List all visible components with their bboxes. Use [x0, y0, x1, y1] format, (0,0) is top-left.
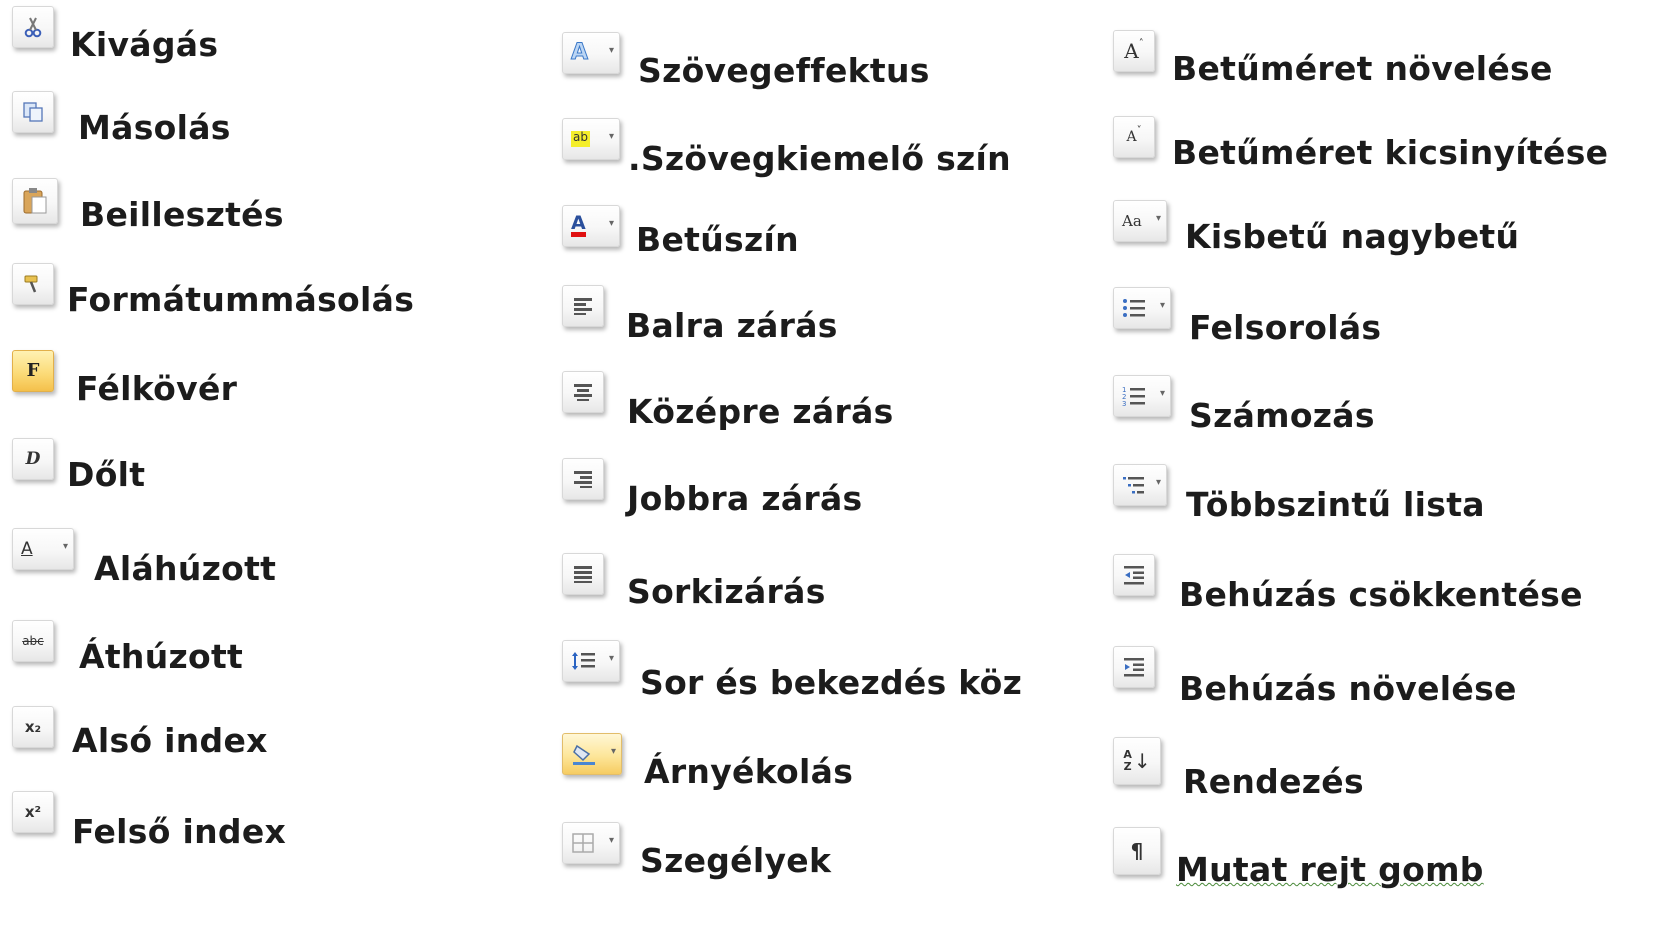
item-label: Kisbetű nagybetű — [1185, 217, 1520, 256]
toolbar-item-text-effect[interactable]: A Szövegeffektus — [562, 32, 930, 87]
toolbar-item-increase-indent[interactable]: Behúzás növelése — [1113, 646, 1517, 705]
bullets-icon — [1113, 287, 1171, 329]
item-label: Másolás — [78, 108, 231, 147]
toolbar-item-align-right[interactable]: Jobbra zárás — [562, 458, 863, 515]
toolbar-item-paste[interactable]: Beillesztés — [12, 178, 284, 231]
paste-icon — [12, 178, 58, 224]
item-label: Kivágás — [70, 25, 219, 64]
item-label: Középre zárás — [627, 392, 894, 431]
toolbar-item-format-painter[interactable]: Formátummásolás — [12, 263, 414, 316]
svg-text:3: 3 — [1122, 400, 1126, 407]
toolbar-item-line-spacing[interactable]: Sor és bekezdés köz — [562, 640, 1022, 699]
justify-icon — [562, 553, 604, 595]
align-right-icon — [562, 458, 604, 500]
line-spacing-icon — [562, 640, 620, 682]
toolbar-item-justify[interactable]: Sorkizárás — [562, 553, 826, 608]
item-label: Balra zárás — [626, 306, 838, 345]
toolbar-item-numbering[interactable]: 123 Számozás — [1113, 375, 1375, 432]
highlight-color-icon: ab — [562, 118, 620, 160]
item-label: Felsorolás — [1189, 308, 1382, 347]
toolbar-item-shrink-font[interactable]: A ˅ Betűméret kicsinyítése — [1113, 116, 1608, 169]
item-label: Betűszín — [636, 220, 799, 259]
underline-icon: A — [12, 528, 74, 570]
subscript-icon: x₂ — [12, 706, 54, 748]
toolbar-item-sort[interactable]: A Z ↓ Rendezés — [1113, 737, 1364, 798]
item-label: Mutat rejt gomb — [1176, 850, 1484, 889]
item-label: Alsó index — [72, 721, 268, 760]
format-painter-icon — [12, 263, 54, 305]
toolbar-item-strikethrough[interactable]: abc Áthúzott — [12, 620, 243, 673]
toolbar-item-bullets[interactable]: Felsorolás — [1113, 287, 1381, 344]
item-label: Behúzás csökkentése — [1179, 575, 1583, 614]
text-effect-icon: A — [562, 32, 620, 74]
change-case-icon: Aa — [1113, 200, 1167, 242]
toolbar-item-decrease-indent[interactable]: Behúzás csökkentése — [1113, 554, 1583, 611]
item-label: Sorkizárás — [627, 572, 826, 611]
toolbar-item-multilevel-list[interactable]: Többszintű lista — [1113, 464, 1485, 521]
item-label: Többszintű lista — [1186, 485, 1485, 524]
shading-icon — [562, 733, 622, 775]
borders-icon — [562, 822, 620, 864]
numbering-icon: 123 — [1113, 375, 1171, 417]
strikethrough-icon: abc — [12, 620, 54, 662]
copy-icon — [12, 91, 54, 133]
toolbar-item-grow-font[interactable]: A ˄ Betűméret növelése — [1113, 30, 1553, 85]
item-label: Számozás — [1189, 396, 1375, 435]
toolbar-item-italic[interactable]: D Dőlt — [12, 438, 145, 491]
item-label: Formátummásolás — [67, 280, 415, 319]
item-label: Sor és bekezdés köz — [640, 663, 1023, 702]
toolbar-item-subscript[interactable]: x₂ Alsó index — [12, 706, 268, 757]
toolbar-item-align-center[interactable]: Középre zárás — [562, 371, 894, 428]
item-label: Betűméret növelése — [1172, 49, 1553, 88]
toolbar-item-font-color[interactable]: A Betűszín — [562, 205, 799, 256]
bold-icon: F — [12, 350, 54, 392]
item-label: Rendezés — [1183, 762, 1364, 801]
toolbar-item-highlight-color[interactable]: ab .Szövegkiemelő szín — [562, 118, 1011, 175]
toolbar-item-bold[interactable]: F Félkövér — [12, 350, 237, 405]
paragraph-mark-icon: ¶ — [1113, 827, 1161, 875]
align-center-icon — [562, 371, 604, 413]
item-label: Szövegeffektus — [638, 51, 930, 90]
item-label: Felső index — [72, 812, 287, 851]
increase-indent-icon — [1113, 646, 1155, 688]
grow-font-icon: A ˄ — [1113, 30, 1155, 72]
scissors-icon — [12, 6, 54, 48]
toolbar-item-change-case[interactable]: Aa Kisbetű nagybetű — [1113, 200, 1519, 253]
toolbar-item-copy[interactable]: Másolás — [12, 91, 231, 144]
shrink-font-icon: A ˅ — [1113, 116, 1155, 158]
item-label: Szegélyek — [640, 841, 832, 880]
item-label: Jobbra zárás — [627, 479, 863, 518]
italic-icon: D — [12, 438, 54, 480]
decrease-indent-icon — [1113, 554, 1155, 596]
item-label: Áthúzott — [79, 637, 244, 676]
item-label: Félkövér — [76, 369, 238, 408]
toolbar-item-align-left[interactable]: Balra zárás — [562, 285, 838, 342]
toolbar-item-borders[interactable]: Szegélyek — [562, 822, 831, 877]
item-label: Betűméret kicsinyítése — [1172, 133, 1609, 172]
toolbar-item-show-hide[interactable]: ¶ Mutat rejt gomb — [1113, 827, 1484, 886]
item-label: Dőlt — [67, 455, 146, 494]
item-label: Árnyékolás — [644, 752, 854, 791]
toolbar-item-underline[interactable]: A Aláhúzott — [12, 528, 276, 585]
font-color-icon: A — [562, 205, 620, 247]
item-label: Behúzás növelése — [1179, 669, 1517, 708]
multilevel-list-icon — [1113, 464, 1167, 506]
superscript-icon: x² — [12, 791, 54, 833]
sort-icon: A Z ↓ — [1113, 737, 1161, 785]
item-label: Beillesztés — [80, 195, 284, 234]
toolbar-item-superscript[interactable]: x² Felső index — [12, 791, 286, 848]
align-left-icon — [562, 285, 604, 327]
item-label: Aláhúzott — [94, 549, 277, 588]
toolbar-item-cut[interactable]: Kivágás — [12, 6, 218, 61]
item-label: .Szövegkiemelő szín — [628, 139, 1011, 178]
toolbar-item-shading[interactable]: Árnyékolás — [562, 733, 853, 788]
